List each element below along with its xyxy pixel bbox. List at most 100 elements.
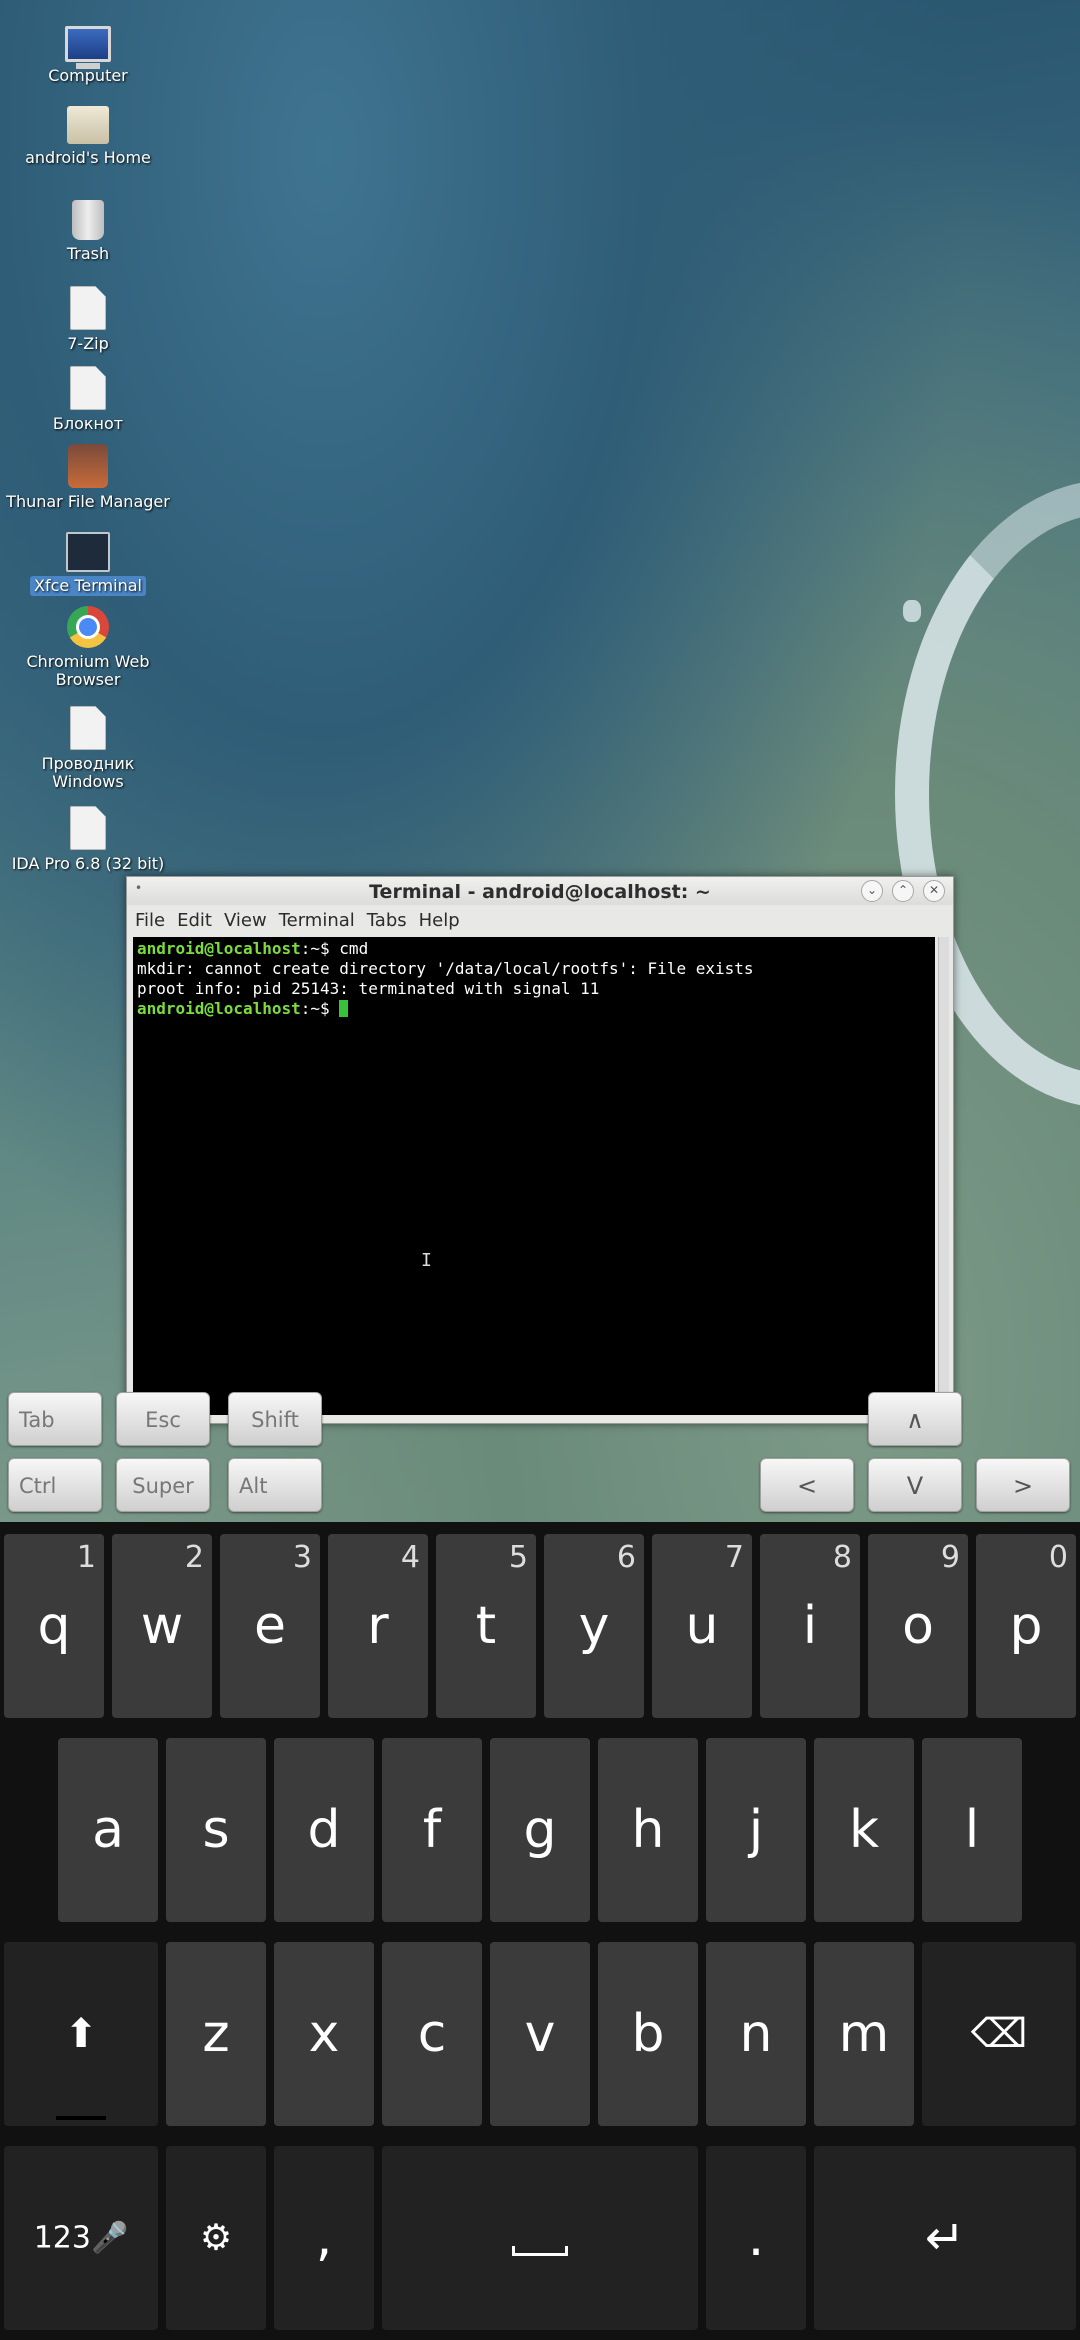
extra-key-shift[interactable]: Shift xyxy=(228,1392,322,1446)
key-label: . xyxy=(747,2208,765,2268)
extra-key-alt[interactable]: Alt xyxy=(228,1458,322,1512)
terminal-output[interactable]: android@localhost:~$ cmd mkdir: cannot cr… xyxy=(133,937,935,1415)
desktop-icon-home[interactable]: android's Home xyxy=(0,100,176,168)
desktop-icon-label: 7-Zip xyxy=(67,334,109,353)
key-hint: 6 xyxy=(616,1540,636,1575)
key-label: h xyxy=(631,1800,665,1860)
maximize-icon[interactable]: ⌃ xyxy=(892,880,914,902)
key-g[interactable]: g xyxy=(490,1738,590,1922)
desktop-icon-chromium[interactable]: Chromium Web Browser xyxy=(0,606,176,690)
extra-key-up-arrow[interactable]: ∧ xyxy=(868,1392,962,1446)
key-m[interactable]: m xyxy=(814,1942,914,2126)
key-label: u xyxy=(685,1596,719,1656)
prompt-user: android@localhost xyxy=(137,999,301,1018)
key-s[interactable]: s xyxy=(166,1738,266,1922)
key-period[interactable]: . xyxy=(706,2146,806,2330)
window-titlebar[interactable]: • Terminal - android@localhost: ~ ⌄ ⌃ ✕ xyxy=(127,877,953,905)
key-a[interactable]: a xyxy=(58,1738,158,1922)
desktop-icon-explorer[interactable]: Проводник Windows xyxy=(0,706,176,792)
close-icon[interactable]: ✕ xyxy=(923,880,945,902)
key-r[interactable]: 4r xyxy=(328,1534,428,1718)
key-label: k xyxy=(848,1800,880,1860)
key-label: z xyxy=(202,2004,230,2064)
key-d[interactable]: d xyxy=(274,1738,374,1922)
key-label: , xyxy=(315,2208,333,2268)
key-l[interactable]: l xyxy=(922,1738,1022,1922)
extra-key-super[interactable]: Super xyxy=(116,1458,210,1512)
desktop-icon-xfce-terminal[interactable]: Xfce Terminal xyxy=(0,526,176,596)
key-j[interactable]: j xyxy=(706,1738,806,1922)
desktop-icon-ida-pro[interactable]: IDA Pro 6.8 (32 bit) xyxy=(0,806,176,874)
desktop-icon-label: android's Home xyxy=(25,148,151,167)
terminal-window[interactable]: • Terminal - android@localhost: ~ ⌄ ⌃ ✕ … xyxy=(126,876,954,1424)
key-hint: 9 xyxy=(940,1540,960,1575)
menu-tabs[interactable]: Tabs xyxy=(367,910,407,931)
key-label: f xyxy=(422,1800,442,1860)
terminal-scrollbar[interactable] xyxy=(938,937,949,1415)
menu-file[interactable]: File xyxy=(135,910,165,931)
menu-help[interactable]: Help xyxy=(419,910,460,931)
key-z[interactable]: z xyxy=(166,1942,266,2126)
key-e[interactable]: 3e xyxy=(220,1534,320,1718)
key-settings[interactable]: ⚙ xyxy=(166,2146,266,2330)
key-hint: 1 xyxy=(76,1540,96,1575)
menu-edit[interactable]: Edit xyxy=(177,910,212,931)
key-label: m xyxy=(838,2004,890,2064)
extra-key-down-arrow[interactable]: V xyxy=(868,1458,962,1512)
settings-icon: ⚙ xyxy=(199,2217,233,2259)
key-y[interactable]: 6y xyxy=(544,1534,644,1718)
soft-keyboard: 1q 2w 3e 4r 5t 6y 7u 8i 9o 0p a s d f g … xyxy=(0,1522,1080,2340)
terminal-line: proot info: pid 25143: terminated with s… xyxy=(137,979,600,998)
key-w[interactable]: 2w xyxy=(112,1534,212,1718)
key-v[interactable]: v xyxy=(490,1942,590,2126)
desktop-icon-7zip[interactable]: 7-Zip xyxy=(0,286,176,354)
terminal-icon xyxy=(66,532,110,572)
key-shift[interactable]: ⬆ xyxy=(4,1942,158,2126)
key-i[interactable]: 8i xyxy=(760,1534,860,1718)
key-enter[interactable]: ↵ xyxy=(814,2146,1076,2330)
chromium-icon xyxy=(67,606,109,648)
desktop-icon-label: Xfce Terminal xyxy=(30,576,146,596)
desktop-icon-label: Computer xyxy=(48,66,128,85)
key-u[interactable]: 7u xyxy=(652,1534,752,1718)
key-label: y xyxy=(578,1596,610,1656)
key-backspace[interactable]: ⌫ xyxy=(922,1942,1076,2126)
menu-terminal[interactable]: Terminal xyxy=(279,910,355,931)
extra-key-right-arrow[interactable]: > xyxy=(976,1458,1070,1512)
desktop-icon-trash[interactable]: Trash xyxy=(0,200,176,264)
key-label: c xyxy=(417,2004,447,2064)
extra-key-left-arrow[interactable]: < xyxy=(760,1458,854,1512)
key-label: p xyxy=(1009,1596,1043,1656)
key-hint: 0 xyxy=(1048,1540,1068,1575)
key-t[interactable]: 5t xyxy=(436,1534,536,1718)
key-n[interactable]: n xyxy=(706,1942,806,2126)
prompt-path: :~$ xyxy=(300,999,340,1018)
extra-key-tab[interactable]: Tab xyxy=(8,1392,102,1446)
desktop-icon-computer[interactable]: Computer xyxy=(0,20,176,86)
key-space[interactable] xyxy=(382,2146,698,2330)
desktop-icon-notepad[interactable]: Блокнот xyxy=(0,366,176,434)
key-label: g xyxy=(523,1800,557,1860)
microphone-icon: 🎤 xyxy=(90,2220,129,2256)
wallpaper-decoration xyxy=(903,600,921,622)
key-o[interactable]: 9o xyxy=(868,1534,968,1718)
key-c[interactable]: c xyxy=(382,1942,482,2126)
key-label: s xyxy=(202,1800,230,1860)
key-label: x xyxy=(308,2004,340,2064)
minimize-icon[interactable]: ⌄ xyxy=(861,880,883,902)
extra-key-esc[interactable]: Esc xyxy=(116,1392,210,1446)
menu-view[interactable]: View xyxy=(224,910,267,931)
key-p[interactable]: 0p xyxy=(976,1534,1076,1718)
key-symbols[interactable]: 123🎤 xyxy=(4,2146,158,2330)
extra-key-ctrl[interactable]: Ctrl xyxy=(8,1458,102,1512)
key-x[interactable]: x xyxy=(274,1942,374,2126)
key-b[interactable]: b xyxy=(598,1942,698,2126)
key-h[interactable]: h xyxy=(598,1738,698,1922)
key-q[interactable]: 1q xyxy=(4,1534,104,1718)
desktop-icon-label: Chromium Web Browser xyxy=(26,652,150,689)
desktop-icon-thunar[interactable]: Thunar File Manager xyxy=(0,444,176,512)
key-f[interactable]: f xyxy=(382,1738,482,1922)
key-k[interactable]: k xyxy=(814,1738,914,1922)
key-comma[interactable]: , xyxy=(274,2146,374,2330)
desktop-icon-label: Проводник Windows xyxy=(41,754,135,791)
